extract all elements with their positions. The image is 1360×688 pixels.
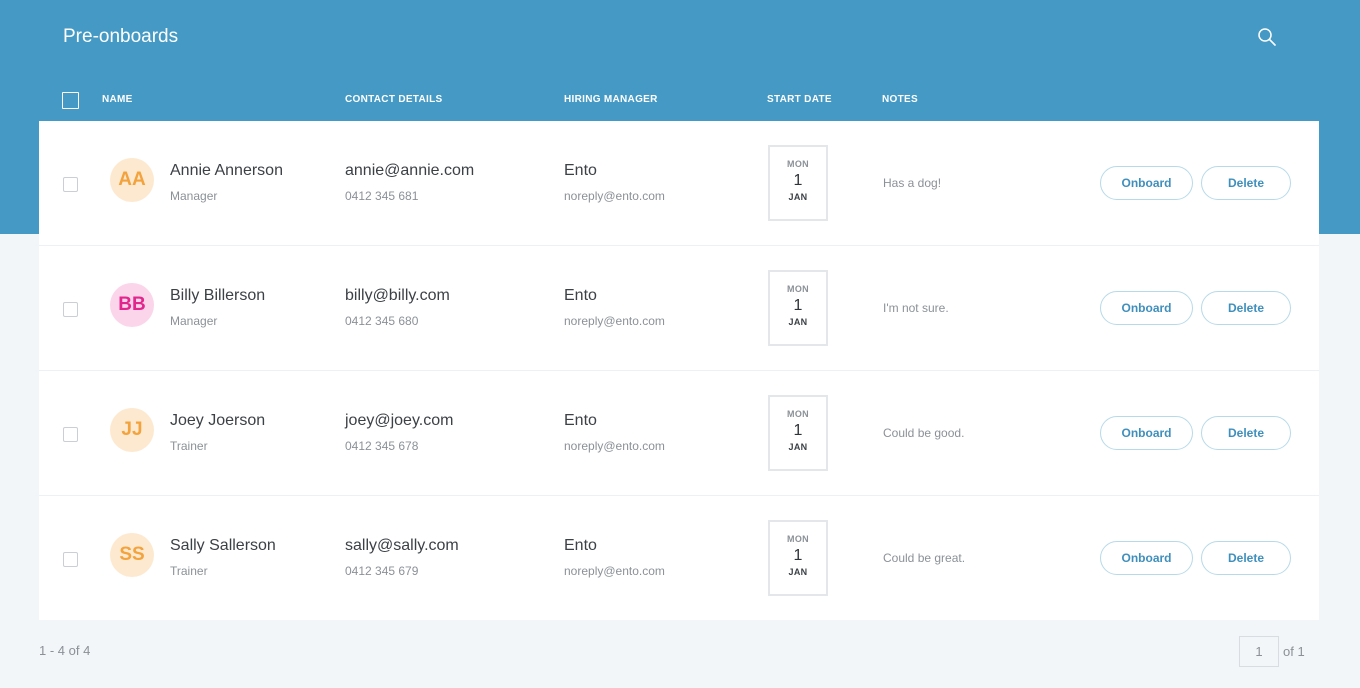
contact-phone: 0412 345 679	[345, 564, 419, 578]
start-date-day: 1	[793, 172, 803, 189]
row-checkbox[interactable]	[63, 302, 78, 317]
contact-phone: 0412 345 678	[345, 439, 419, 453]
avatar: AA	[110, 158, 154, 202]
start-date-badge: MON 1 JAN	[768, 145, 828, 221]
contact-email: sally@sally.com	[345, 537, 459, 554]
notes-text: Could be great.	[883, 551, 966, 565]
notes-text: Could be good.	[883, 426, 965, 440]
table-row: JJ Joey Joerson Trainer joey@joey.com 04…	[39, 371, 1319, 496]
search-icon	[1258, 28, 1276, 46]
start-date-badge: MON 1 JAN	[768, 520, 828, 596]
page-number-input[interactable]	[1239, 636, 1279, 667]
start-date-month: JAN	[788, 192, 808, 202]
manager-name: Ento	[564, 412, 597, 429]
onboard-button[interactable]: Onboard	[1100, 291, 1193, 325]
manager-email: noreply@ento.com	[564, 189, 665, 203]
manager-name: Ento	[564, 287, 597, 304]
start-date-day: 1	[793, 422, 803, 439]
notes-text: Has a dog!	[883, 176, 942, 190]
delete-button[interactable]: Delete	[1201, 416, 1291, 450]
row-checkbox[interactable]	[63, 552, 78, 567]
delete-button[interactable]: Delete	[1201, 541, 1291, 575]
avatar: SS	[110, 533, 154, 577]
row-checkbox[interactable]	[63, 177, 78, 192]
search-button[interactable]	[1257, 27, 1277, 47]
start-date-weekday: MON	[787, 409, 809, 419]
notes-text: I'm not sure.	[883, 301, 949, 315]
contact-phone: 0412 345 681	[345, 189, 419, 203]
avatar: BB	[110, 283, 154, 327]
delete-button[interactable]: Delete	[1201, 166, 1291, 200]
manager-email: noreply@ento.com	[564, 564, 665, 578]
pagination-total: of 1	[1283, 644, 1305, 659]
person-name: Annie Annerson	[170, 162, 283, 179]
person-role: Trainer	[170, 564, 208, 578]
row-checkbox[interactable]	[63, 427, 78, 442]
avatar: JJ	[110, 408, 154, 452]
person-role: Manager	[170, 189, 218, 203]
onboard-button[interactable]: Onboard	[1100, 416, 1193, 450]
start-date-weekday: MON	[787, 284, 809, 294]
start-date-month: JAN	[788, 317, 808, 327]
person-name: Joey Joerson	[170, 412, 266, 429]
delete-button[interactable]: Delete	[1201, 291, 1291, 325]
contact-email: annie@annie.com	[345, 162, 475, 179]
select-all-checkbox[interactable]	[62, 92, 79, 109]
start-date-badge: MON 1 JAN	[768, 395, 828, 471]
column-header-name[interactable]: NAME	[102, 94, 133, 105]
person-role: Trainer	[170, 439, 208, 453]
table-row: SS Sally Sallerson Trainer sally@sally.c…	[39, 496, 1319, 621]
table-row: AA Annie Annerson Manager annie@annie.co…	[39, 121, 1319, 246]
onboard-button[interactable]: Onboard	[1100, 541, 1193, 575]
contact-email: billy@billy.com	[345, 287, 450, 304]
manager-name: Ento	[564, 537, 597, 554]
start-date-day: 1	[793, 297, 803, 314]
column-header-manager[interactable]: HIRING MANAGER	[564, 94, 658, 105]
start-date-month: JAN	[788, 567, 808, 577]
column-header-start-date[interactable]: START DATE	[767, 94, 832, 105]
start-date-day: 1	[793, 547, 803, 564]
start-date-weekday: MON	[787, 159, 809, 169]
start-date-badge: MON 1 JAN	[768, 270, 828, 346]
manager-name: Ento	[564, 162, 597, 179]
contact-phone: 0412 345 680	[345, 314, 419, 328]
manager-email: noreply@ento.com	[564, 439, 665, 453]
start-date-month: JAN	[788, 442, 808, 452]
person-name: Sally Sallerson	[170, 537, 276, 554]
person-name: Billy Billerson	[170, 287, 266, 304]
preonboard-table: AA Annie Annerson Manager annie@annie.co…	[39, 121, 1319, 620]
person-role: Manager	[170, 314, 218, 328]
contact-email: joey@joey.com	[345, 412, 454, 429]
start-date-weekday: MON	[787, 534, 809, 544]
column-header-contact[interactable]: CONTACT DETAILS	[345, 94, 442, 105]
page-title: Pre-onboards	[63, 26, 179, 47]
column-header-notes[interactable]: NOTES	[882, 94, 918, 105]
manager-email: noreply@ento.com	[564, 314, 665, 328]
pagination-range: 1 - 4 of 4	[39, 643, 91, 658]
onboard-button[interactable]: Onboard	[1100, 166, 1193, 200]
table-row: BB Billy Billerson Manager billy@billy.c…	[39, 246, 1319, 371]
